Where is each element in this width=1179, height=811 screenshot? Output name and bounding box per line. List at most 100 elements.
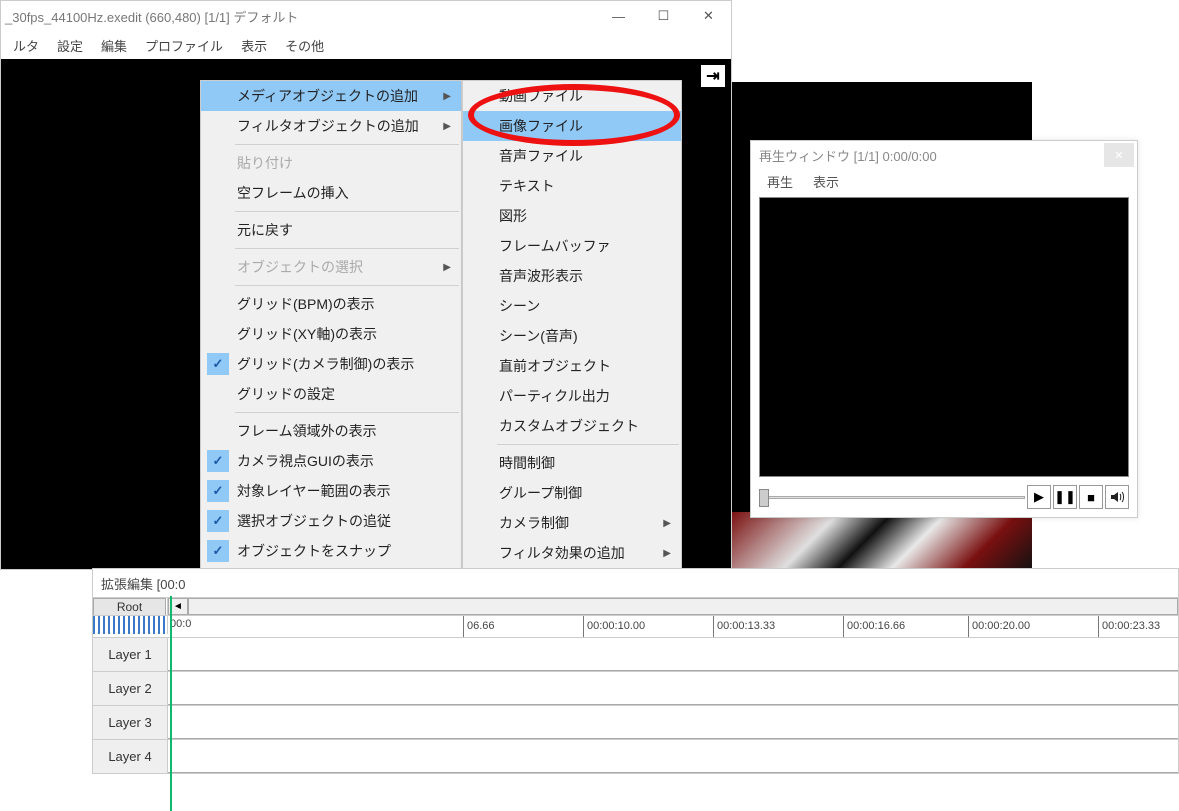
- timeline-ruler[interactable]: 00:0 06.6600:00:10.0000:00:13.3300:00:16…: [93, 615, 1178, 637]
- playback-close-button[interactable]: ✕: [1104, 143, 1134, 167]
- submenu-item[interactable]: 音声ファイル: [463, 141, 681, 171]
- minimize-button[interactable]: —: [596, 1, 641, 31]
- menu-item-label: テキスト: [499, 176, 555, 196]
- timeline-h-scrollbar[interactable]: [188, 598, 1178, 615]
- menu-item-label: 元に戻す: [237, 220, 293, 240]
- context-menu-item[interactable]: グリッドの設定: [201, 379, 461, 409]
- menu-view[interactable]: 表示: [233, 32, 275, 59]
- playback-titlebar: 再生ウィンドウ [1/1] 0:00/0:00 ✕: [751, 141, 1137, 169]
- root-button[interactable]: Root: [93, 598, 166, 616]
- menu-item-label: 選択オブジェクトの追従: [237, 511, 391, 531]
- context-menu-item[interactable]: グリッド(XY軸)の表示: [201, 319, 461, 349]
- timeline-playhead[interactable]: [170, 596, 172, 811]
- submenu-item[interactable]: 図形: [463, 201, 681, 231]
- timeline-window: 拡張編集 [00:0 Root ◄ 00:0 06.6600:00:10.000…: [92, 568, 1179, 774]
- context-menu-item[interactable]: カメラ視点GUIの表示: [201, 446, 461, 476]
- layer-label[interactable]: Layer 3: [93, 706, 168, 739]
- menu-item-label: カメラ視点GUIの表示: [237, 451, 374, 471]
- submenu-item[interactable]: シーン(音声): [463, 321, 681, 351]
- context-menu-item[interactable]: フィルタオブジェクトの追加▶: [201, 111, 461, 141]
- submenu-item[interactable]: フレームバッファ: [463, 231, 681, 261]
- playback-title: 再生ウィンドウ [1/1] 0:00/0:00: [759, 146, 937, 165]
- layer-label[interactable]: Layer 2: [93, 672, 168, 705]
- playback-slider[interactable]: [759, 487, 1025, 507]
- submenu-arrow-icon: ▶: [663, 518, 671, 529]
- submenu-item[interactable]: 音声波形表示: [463, 261, 681, 291]
- ruler-tick: 06.66: [463, 616, 495, 637]
- timeline-layer-row: Layer 4: [93, 739, 1178, 773]
- maximize-button[interactable]: ☐: [641, 1, 686, 31]
- menu-item-label: グループ制御: [499, 483, 582, 503]
- submenu-item[interactable]: カスタムオブジェクト: [463, 411, 681, 441]
- menu-item-label: シーン(音声): [499, 326, 578, 346]
- menu-item-label: メディアオブジェクトの追加: [237, 86, 418, 106]
- sound-button[interactable]: [1105, 485, 1129, 509]
- layer-track[interactable]: [168, 706, 1178, 739]
- submenu-arrow-icon: ▶: [443, 262, 451, 273]
- layer-track[interactable]: [168, 740, 1178, 773]
- menu-item-label: フレームバッファ: [499, 236, 611, 256]
- menu-edit[interactable]: 編集: [93, 32, 135, 59]
- submenu-item[interactable]: 画像ファイル: [463, 111, 681, 141]
- menu-item-label: カメラ制御: [499, 513, 569, 533]
- menu-other[interactable]: その他: [277, 32, 332, 59]
- submenu-item[interactable]: 直前オブジェクト: [463, 351, 681, 381]
- pause-button[interactable]: ❚❚: [1053, 485, 1077, 509]
- menu-item-label: 画像ファイル: [499, 116, 583, 136]
- menu-filter[interactable]: ルタ: [5, 32, 47, 59]
- menu-item-label: 動画ファイル: [499, 86, 583, 106]
- ruler-start: 00:0: [170, 618, 191, 630]
- menu-item-label: フィルタ効果の追加: [499, 543, 625, 563]
- play-button[interactable]: ▶: [1027, 485, 1051, 509]
- context-menu-item: オブジェクトの選択 ▶: [201, 252, 461, 282]
- context-menu-item[interactable]: 元に戻す: [201, 215, 461, 245]
- submenu-item[interactable]: テキスト: [463, 171, 681, 201]
- submenu-item[interactable]: グループ制御: [463, 478, 681, 508]
- submenu-item[interactable]: パーティクル出力: [463, 381, 681, 411]
- menu-settings[interactable]: 設定: [49, 32, 91, 59]
- playback-menu-play[interactable]: 再生: [759, 170, 801, 193]
- main-titlebar: _30fps_44100Hz.exedit (660,480) [1/1] デフ…: [1, 1, 731, 31]
- submenu-item[interactable]: 時間制御: [463, 448, 681, 478]
- timeline-zoom-indicator[interactable]: [93, 616, 168, 634]
- timeline-layer-row: Layer 1: [93, 637, 1178, 671]
- menu-item-label: 貼り付け: [237, 153, 293, 173]
- submenu-item[interactable]: カメラ制御 ▶: [463, 508, 681, 538]
- speaker-icon: [1110, 490, 1124, 504]
- close-button[interactable]: ✕: [686, 1, 731, 31]
- collapse-icon[interactable]: ⇥: [701, 65, 725, 87]
- menu-item-label: パーティクル出力: [499, 386, 610, 406]
- timeline-layer-row: Layer 2: [93, 671, 1178, 705]
- ruler-tick: 00:00:16.66: [843, 616, 905, 637]
- submenu-item[interactable]: フィルタ効果の追加▶: [463, 538, 681, 568]
- context-menu-item[interactable]: 対象レイヤー範囲の表示: [201, 476, 461, 506]
- context-menu-item[interactable]: グリッド(カメラ制御)の表示: [201, 349, 461, 379]
- menu-item-label: シーン: [499, 296, 540, 316]
- layer-track[interactable]: [168, 638, 1178, 671]
- menu-item-label: オブジェクトの選択: [237, 257, 363, 277]
- layer-label[interactable]: Layer 4: [93, 740, 168, 773]
- submenu-item[interactable]: シーン: [463, 291, 681, 321]
- context-menu-item[interactable]: メディアオブジェクトの追加▶: [201, 81, 461, 111]
- context-menu-item[interactable]: グリッド(BPM)の表示: [201, 289, 461, 319]
- timeline-layer-row: Layer 3: [93, 705, 1178, 739]
- context-menu-item[interactable]: 選択オブジェクトの追従: [201, 506, 461, 536]
- layer-label[interactable]: Layer 1: [93, 638, 168, 671]
- menu-item-label: フレーム領域外の表示: [237, 421, 377, 441]
- context-menu-item[interactable]: 空フレームの挿入: [201, 178, 461, 208]
- context-menu-item[interactable]: フレーム領域外の表示: [201, 416, 461, 446]
- timeline-layers: Layer 1Layer 2Layer 3Layer 4: [93, 637, 1178, 773]
- context-menu-item[interactable]: オブジェクトをスナップ: [201, 536, 461, 566]
- menu-item-label: オブジェクトをスナップ: [237, 541, 391, 561]
- playback-menubar: 再生 表示: [751, 169, 1137, 193]
- menu-item-label: グリッド(XY軸)の表示: [237, 324, 377, 344]
- menu-profile[interactable]: プロファイル: [137, 32, 231, 59]
- menu-item-label: グリッド(カメラ制御)の表示: [237, 354, 414, 374]
- context-menu-item: 貼り付け: [201, 148, 461, 178]
- playback-menu-view[interactable]: 表示: [805, 170, 847, 193]
- submenu-item[interactable]: 動画ファイル: [463, 81, 681, 111]
- playback-preview[interactable]: [759, 197, 1129, 477]
- layer-track[interactable]: [168, 672, 1178, 705]
- stop-button[interactable]: ■: [1079, 485, 1103, 509]
- menu-item-label: 図形: [499, 206, 527, 226]
